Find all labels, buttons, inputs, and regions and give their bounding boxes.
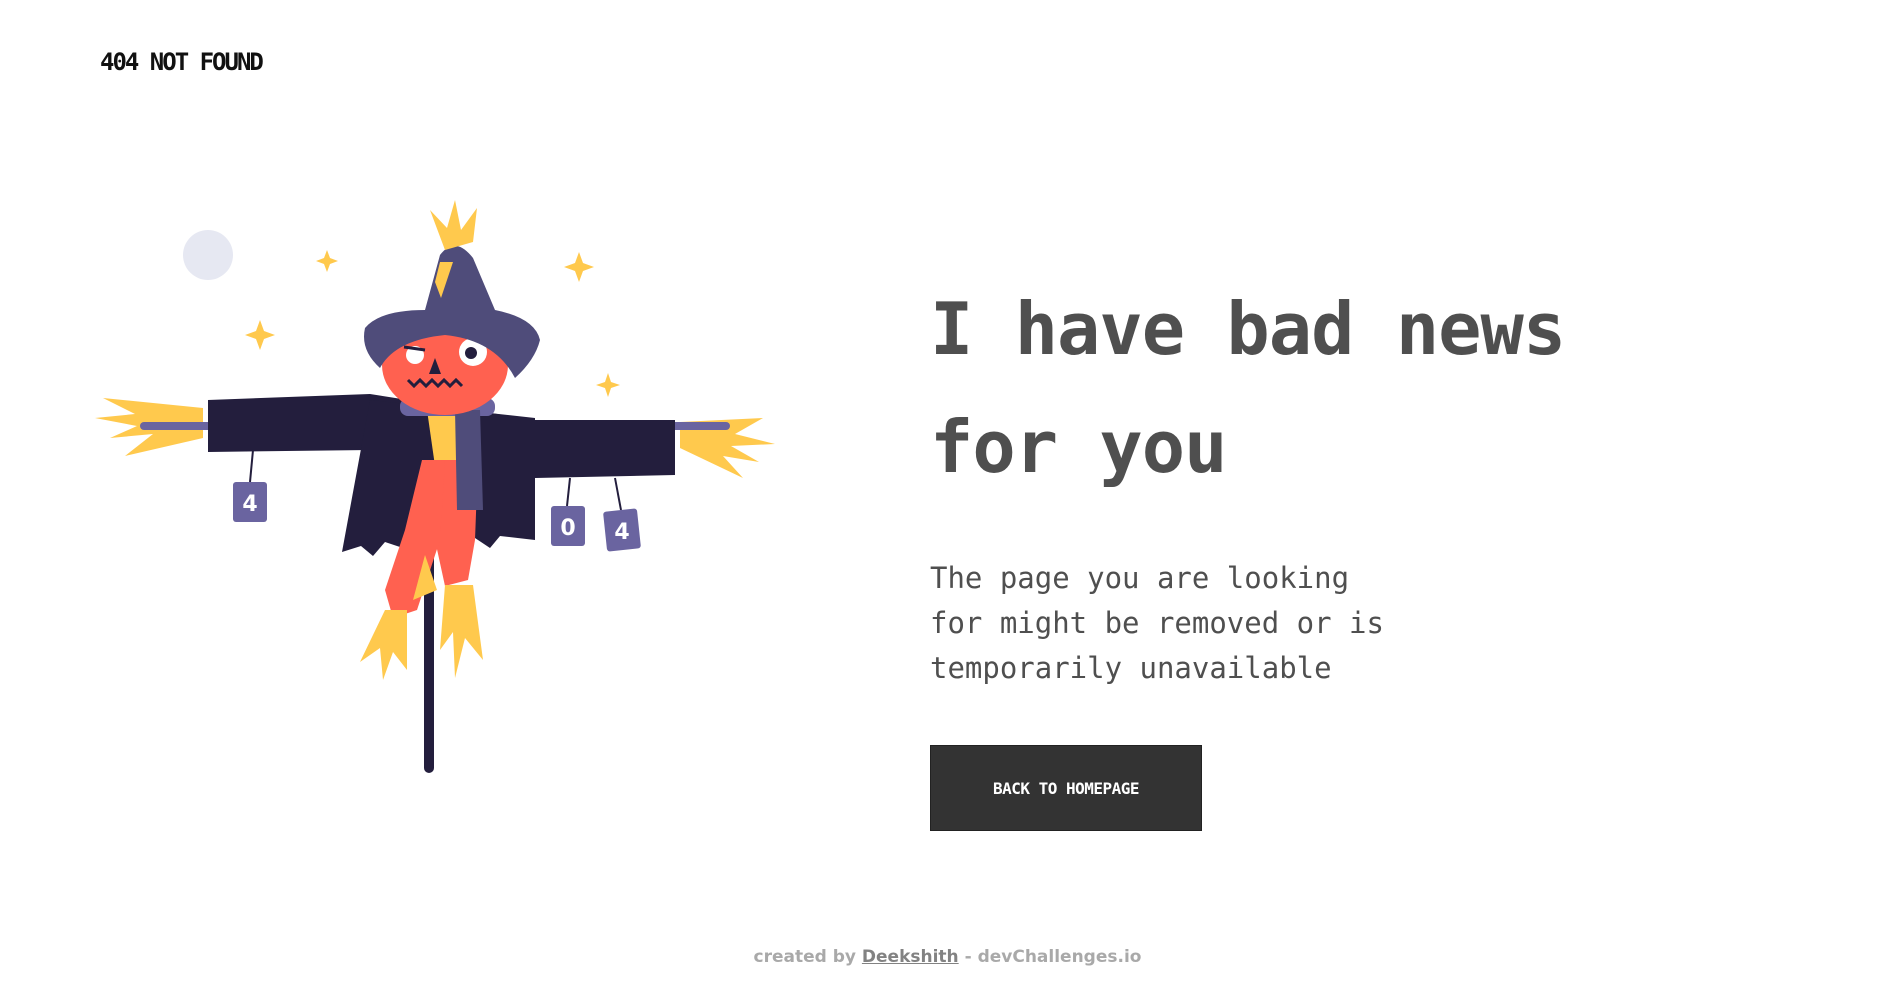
can-label: 4 xyxy=(614,520,629,545)
moon-icon xyxy=(183,230,233,280)
footer: created by Deekshith - devChallenges.io xyxy=(0,947,1895,967)
footer-suffix: - devChallenges.io xyxy=(964,947,1142,967)
back-to-homepage-button[interactable]: BACK TO HOMEPAGE xyxy=(930,745,1202,831)
brand-logo[interactable]: 404 NOT FOUND xyxy=(100,48,264,76)
hero-content: I have bad news for you The page you are… xyxy=(930,270,1790,691)
footer-prefix: created by xyxy=(753,947,856,967)
author-link[interactable]: Deekshith xyxy=(862,947,959,967)
headline-line: I have bad news xyxy=(930,287,1566,371)
can-label: 4 xyxy=(242,492,257,517)
page-headline: I have bad news for you xyxy=(930,270,1790,506)
message-line: The page you are looking xyxy=(930,561,1350,595)
error-message: The page you are looking for might be re… xyxy=(930,556,1790,691)
message-line: for might be removed or is xyxy=(930,606,1384,640)
headline-line: for you xyxy=(930,405,1227,489)
can-label: 0 xyxy=(560,516,575,541)
message-line: temporarily unavailable xyxy=(930,651,1332,685)
scarecrow-illustration: 4 0 4 xyxy=(95,200,795,780)
